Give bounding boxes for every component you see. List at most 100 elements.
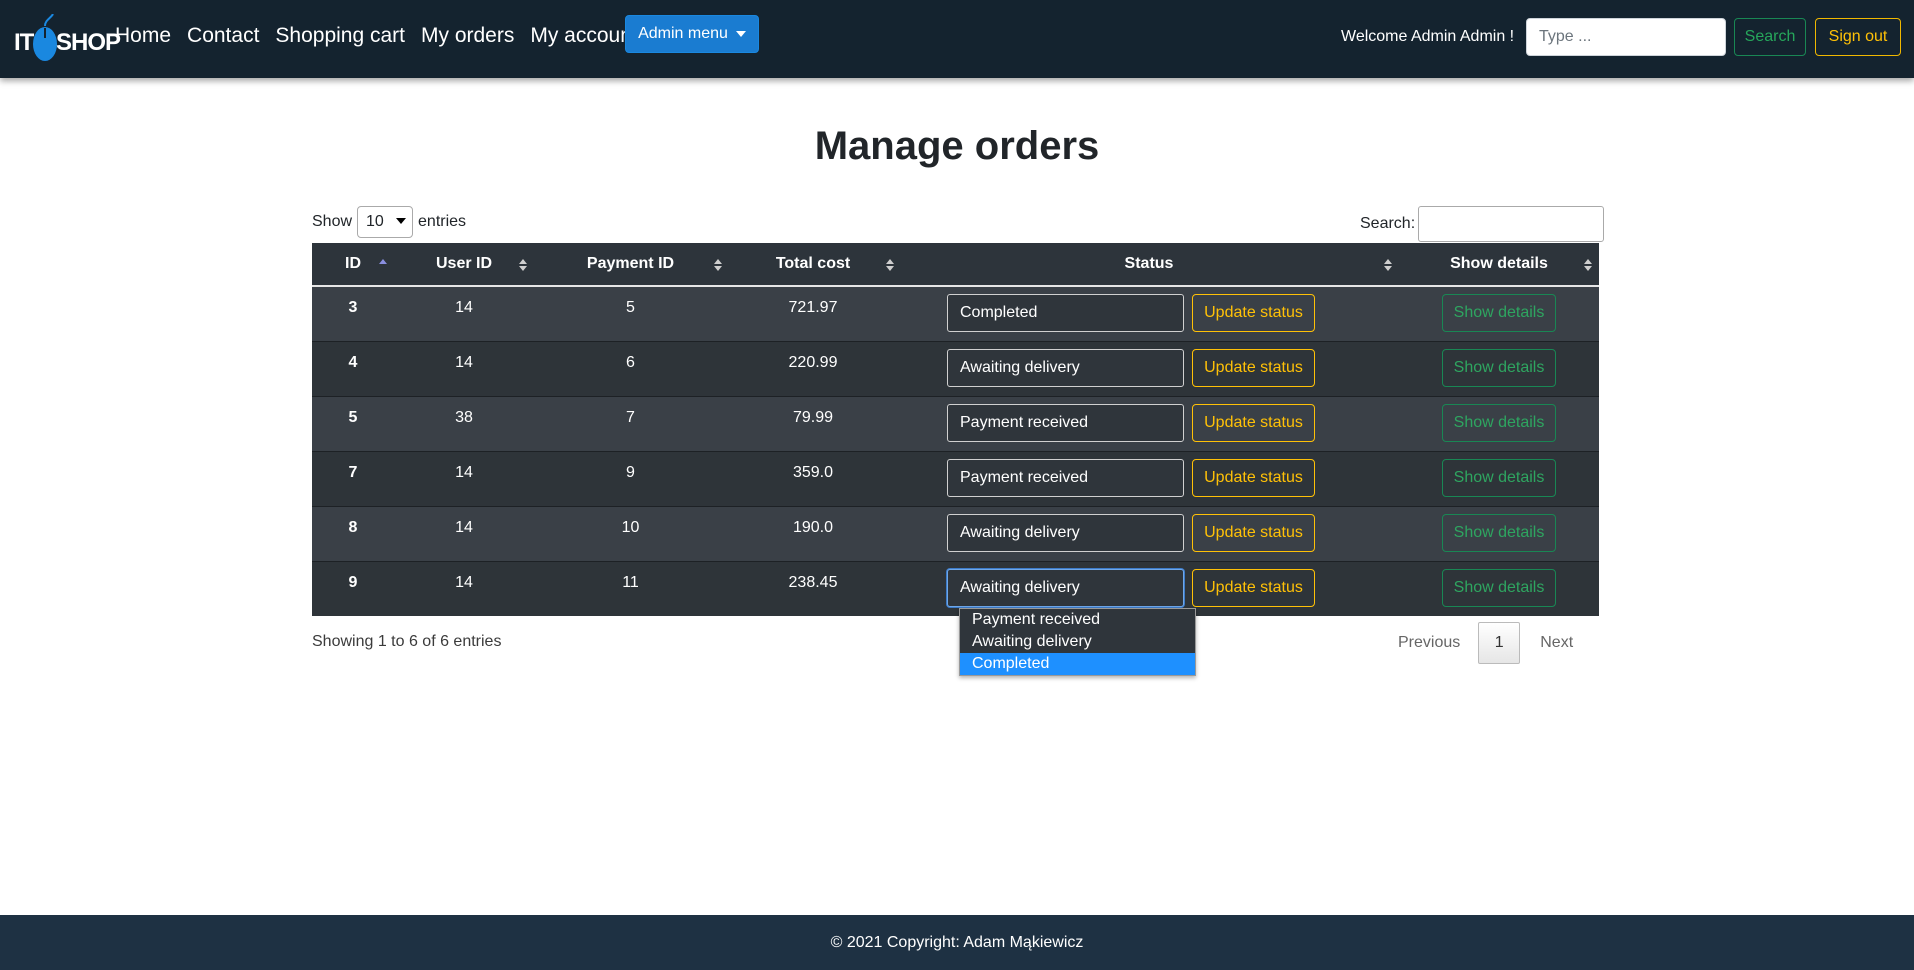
table-row: 3 14 5 721.97 Completed Update status Sh… xyxy=(312,285,1599,342)
cell-status: Awaiting delivery Update status xyxy=(899,341,1399,397)
status-select[interactable]: Payment received xyxy=(947,459,1184,497)
table-search-input[interactable] xyxy=(1418,206,1605,242)
cell-user-id: 14 xyxy=(394,285,534,342)
sort-both-icon xyxy=(1384,259,1392,271)
cell-id: 7 xyxy=(312,451,394,507)
show-details-button[interactable]: Show details xyxy=(1442,404,1556,442)
footer: © 2021 Copyright: Adam Mąkiewicz xyxy=(0,915,1914,970)
page-title: Manage orders xyxy=(814,124,1100,168)
sort-both-icon xyxy=(886,259,894,271)
col-header-label: Status xyxy=(1124,255,1174,272)
nav-search-input[interactable]: Type ... xyxy=(1526,18,1726,56)
status-select[interactable]: Payment received xyxy=(947,404,1184,442)
sort-both-icon xyxy=(714,259,722,271)
pagination-next[interactable]: Next xyxy=(1540,634,1573,652)
nav-my-account[interactable]: My account xyxy=(530,24,637,48)
cell-payment-id: 10 xyxy=(534,506,727,562)
table-filter: Search: xyxy=(1360,206,1605,242)
table-row: 5 38 7 79.99 Payment received Update sta… xyxy=(312,396,1599,452)
entries-select[interactable]: 10 xyxy=(357,206,414,238)
cell-total-cost: 79.99 xyxy=(727,396,899,452)
table-row: 8 14 10 190.0 Awaiting delivery Update s… xyxy=(312,506,1599,562)
nav-my-orders[interactable]: My orders xyxy=(421,24,514,48)
cell-details: Show details xyxy=(1399,396,1599,452)
cell-payment-id: 9 xyxy=(534,451,727,507)
sort-asc-icon xyxy=(379,259,387,264)
show-details-button[interactable]: Show details xyxy=(1442,514,1556,552)
cell-total-cost: 190.0 xyxy=(727,506,899,562)
sign-out-button[interactable]: Sign out xyxy=(1815,18,1901,56)
footer-copyright: © 2021 Copyright: Adam Mąkiewicz xyxy=(830,933,1084,951)
cell-total-cost: 220.99 xyxy=(727,341,899,397)
cell-details: Show details xyxy=(1399,285,1599,342)
cell-id: 3 xyxy=(312,285,394,342)
cell-status: Payment received Update status xyxy=(899,451,1399,507)
update-status-button[interactable]: Update status xyxy=(1192,514,1315,552)
col-header-total-cost[interactable]: Total cost xyxy=(727,243,899,287)
pagination-previous[interactable]: Previous xyxy=(1398,634,1460,652)
col-header-show-details[interactable]: Show details xyxy=(1399,243,1599,287)
cell-user-id: 14 xyxy=(394,561,534,616)
nav-contact[interactable]: Contact xyxy=(187,24,259,48)
update-status-button[interactable]: Update status xyxy=(1192,349,1315,387)
cell-user-id: 14 xyxy=(394,451,534,507)
dropdown-option-completed[interactable]: Completed xyxy=(960,653,1195,675)
col-header-label: Show details xyxy=(1450,255,1548,272)
cell-id: 8 xyxy=(312,506,394,562)
table-header-row: ID User ID Payment ID Total cost Status … xyxy=(312,243,1599,287)
cell-payment-id: 7 xyxy=(534,396,727,452)
status-dropdown-list: Payment received Awaiting delivery Compl… xyxy=(959,608,1196,676)
table-search-label: Search: xyxy=(1360,215,1416,232)
dropdown-option-awaiting-delivery[interactable]: Awaiting delivery xyxy=(960,631,1195,653)
status-select[interactable]: Completed xyxy=(947,294,1184,332)
entries-label: entries xyxy=(418,213,467,230)
brand-logo[interactable]: IT SHOP xyxy=(14,13,121,65)
dropdown-option-payment-received[interactable]: Payment received xyxy=(960,609,1195,631)
nav-links: Home Contact Shopping cart My orders My … xyxy=(115,24,654,48)
caret-down-icon xyxy=(735,31,746,37)
col-header-user-id[interactable]: User ID xyxy=(394,243,534,287)
update-status-button[interactable]: Update status xyxy=(1192,459,1315,497)
show-details-button[interactable]: Show details xyxy=(1442,294,1556,332)
table-info: Showing 1 to 6 of 6 entries xyxy=(312,633,502,650)
show-details-button[interactable]: Show details xyxy=(1442,459,1556,497)
show-details-button[interactable]: Show details xyxy=(1442,569,1556,607)
cell-payment-id: 11 xyxy=(534,561,727,616)
cell-details: Show details xyxy=(1399,561,1599,616)
pagination-page-1[interactable]: 1 xyxy=(1478,622,1521,664)
table-row: 4 14 6 220.99 Awaiting delivery Update s… xyxy=(312,341,1599,397)
col-header-status[interactable]: Status xyxy=(899,243,1399,287)
col-header-id[interactable]: ID xyxy=(312,243,394,287)
cell-user-id: 14 xyxy=(394,341,534,397)
status-select[interactable]: Awaiting delivery xyxy=(947,349,1184,387)
admin-menu-button[interactable]: Admin menu xyxy=(625,15,759,53)
cell-user-id: 38 xyxy=(394,396,534,452)
update-status-button[interactable]: Update status xyxy=(1192,569,1315,607)
nav-home[interactable]: Home xyxy=(115,24,171,48)
cell-total-cost: 721.97 xyxy=(727,285,899,342)
update-status-button[interactable]: Update status xyxy=(1192,404,1315,442)
cell-user-id: 14 xyxy=(394,506,534,562)
cell-status: Awaiting delivery Update status xyxy=(899,506,1399,562)
cell-details: Show details xyxy=(1399,341,1599,397)
cell-payment-id: 6 xyxy=(534,341,727,397)
cell-id: 5 xyxy=(312,396,394,452)
welcome-text: Welcome Admin Admin ! xyxy=(1341,28,1515,45)
cell-total-cost: 238.45 xyxy=(727,561,899,616)
nav-shopping-cart[interactable]: Shopping cart xyxy=(275,24,405,48)
col-header-label: ID xyxy=(345,255,361,272)
col-header-label: Total cost xyxy=(775,255,851,272)
cell-payment-id: 5 xyxy=(534,285,727,342)
status-select[interactable]: Awaiting delivery xyxy=(947,569,1184,607)
entries-length-control: Show 10 entries xyxy=(312,206,466,238)
sort-both-icon xyxy=(519,259,527,271)
col-header-payment-id[interactable]: Payment ID xyxy=(534,243,727,287)
sort-both-icon xyxy=(1584,259,1592,271)
entries-select-value: 10 xyxy=(366,213,384,230)
nav-search-button[interactable]: Search xyxy=(1734,18,1806,56)
admin-menu-label: Admin menu xyxy=(638,25,728,42)
col-header-label: Payment ID xyxy=(586,255,675,272)
update-status-button[interactable]: Update status xyxy=(1192,294,1315,332)
show-details-button[interactable]: Show details xyxy=(1442,349,1556,387)
status-select[interactable]: Awaiting delivery xyxy=(947,514,1184,552)
